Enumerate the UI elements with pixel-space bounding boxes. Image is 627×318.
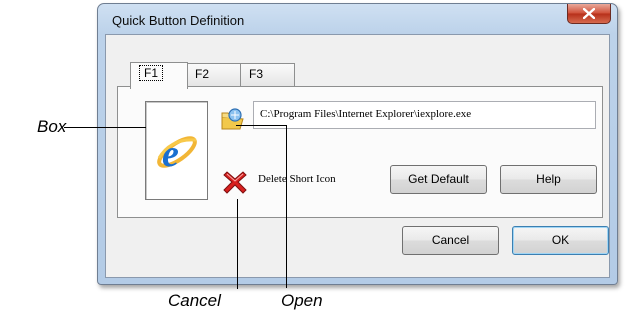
tab-f2-label: F2 <box>195 67 210 81</box>
open-button[interactable] <box>219 107 245 138</box>
icon-box[interactable]: e <box>145 101 208 200</box>
tab-f1-label: F1 <box>139 65 164 81</box>
svg-text:e: e <box>162 133 179 175</box>
window-title: Quick Button Definition <box>112 13 245 28</box>
annotation-open-line-h <box>236 125 286 126</box>
annotation-box-line <box>64 127 146 128</box>
delete-x-icon <box>223 171 247 194</box>
tab-f3[interactable]: F3 <box>240 63 295 87</box>
delete-short-icon-label[interactable]: Delete Short Icon <box>258 173 336 185</box>
annotation-open: Open <box>281 291 323 310</box>
annotation-box: Box <box>37 117 67 136</box>
annotation-open-line-v <box>286 125 287 288</box>
open-folder-icon <box>221 108 244 130</box>
tab-f3-label: F3 <box>249 67 264 81</box>
tab-f1[interactable]: F1 <box>130 62 188 89</box>
get-default-button[interactable]: Get Default <box>390 165 487 194</box>
tab-f2[interactable]: F2 <box>186 63 241 87</box>
ok-button[interactable]: OK <box>512 226 609 255</box>
program-path-field[interactable]: C:\Program Files\Internet Explorer\iexpl… <box>253 101 596 129</box>
delete-button[interactable] <box>221 168 249 201</box>
close-icon <box>583 8 595 19</box>
annotation-cancel-line <box>237 199 238 289</box>
close-button[interactable] <box>567 4 611 24</box>
internet-explorer-icon: e <box>157 133 197 175</box>
cancel-button[interactable]: Cancel <box>402 226 499 255</box>
help-button[interactable]: Help <box>500 165 597 194</box>
annotation-cancel: Cancel <box>168 291 221 310</box>
